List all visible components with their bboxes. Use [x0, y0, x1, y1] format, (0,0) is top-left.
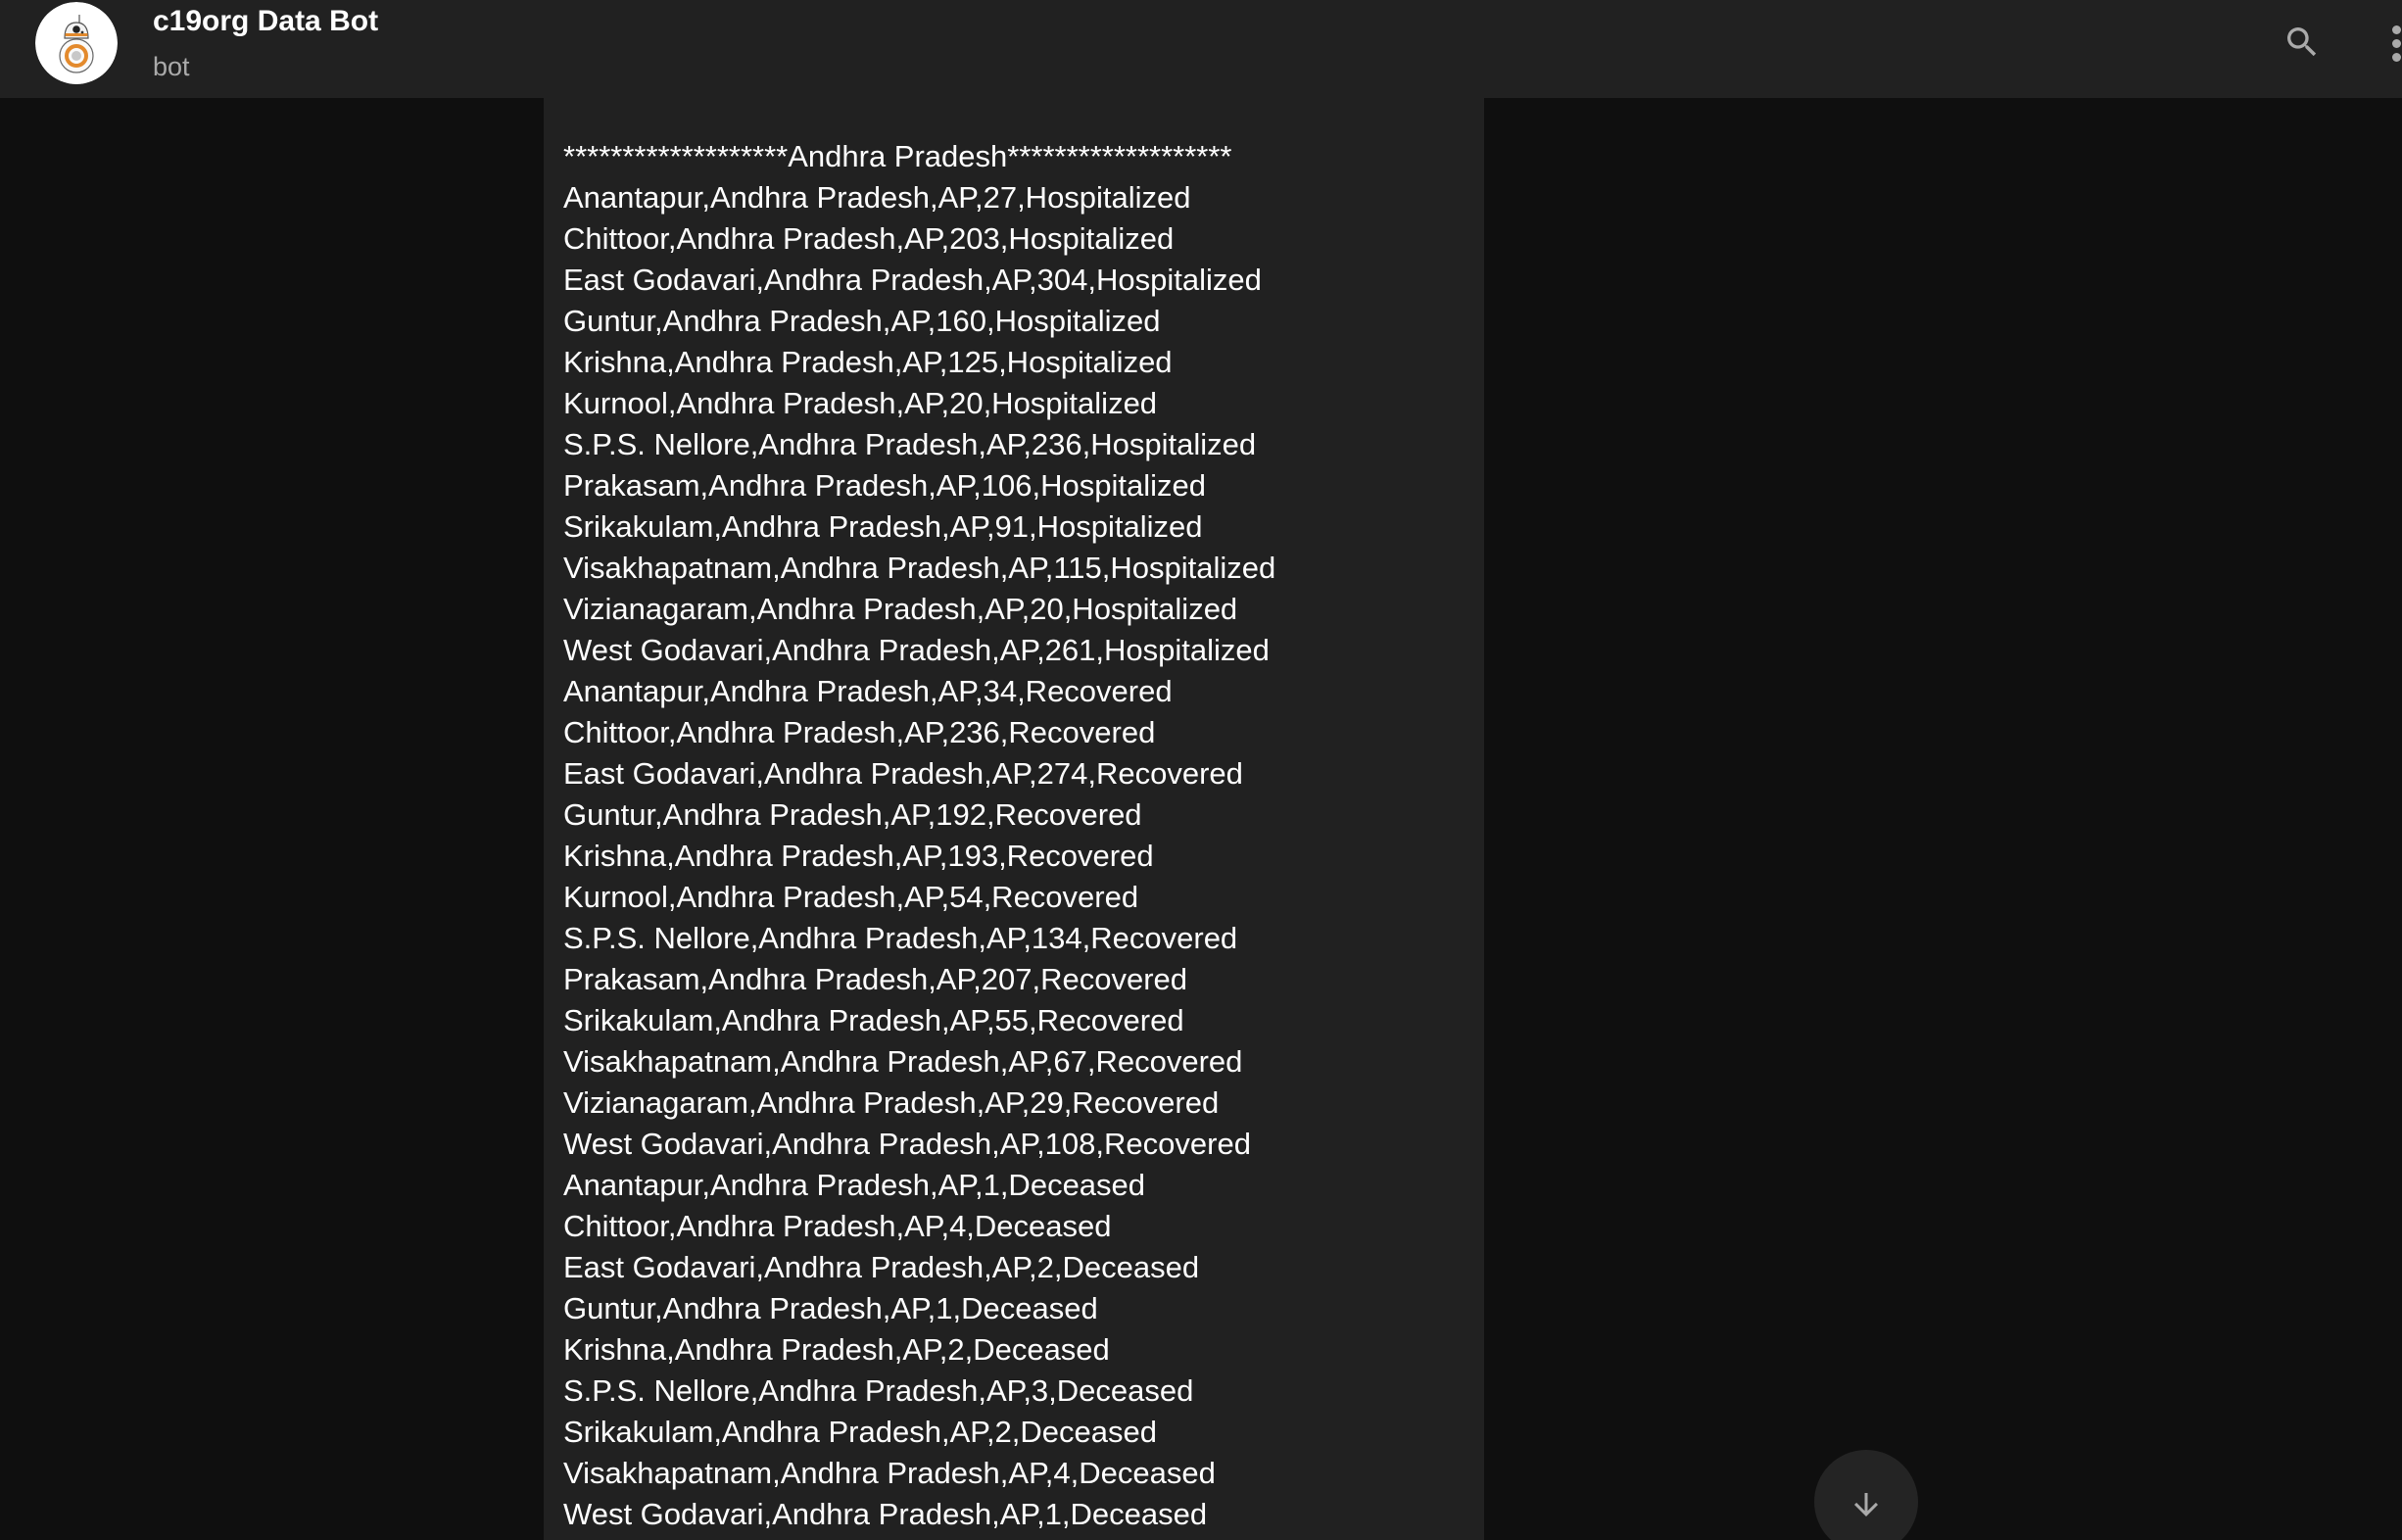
message-line: Visakhapatnam,Andhra Pradesh,AP,67,Recov… [563, 1044, 1243, 1079]
message-line: Krishna,Andhra Pradesh,AP,2,Deceased [563, 1332, 1110, 1367]
message-line: Guntur,Andhra Pradesh,AP,1,Deceased [563, 1291, 1098, 1325]
chat-info[interactable]: c19org Data Bot bot [0, 0, 686, 98]
message-line: Vizianagaram,Andhra Pradesh,AP,20,Hospit… [563, 592, 1238, 626]
message-line: Krishna,Andhra Pradesh,AP,193,Recovered [563, 839, 1154, 873]
arrow-down-icon [1849, 1487, 1884, 1522]
message-line: East Godavari,Andhra Pradesh,AP,274,Reco… [563, 756, 1243, 791]
message-line: Srikakulam,Andhra Pradesh,AP,91,Hospital… [563, 509, 1203, 544]
search-icon [2282, 23, 2322, 62]
message-header-line: *******************Andhra Pradesh*******… [563, 139, 1232, 173]
message-line: Krishna,Andhra Pradesh,AP,125,Hospitaliz… [563, 345, 1173, 379]
message-line: Prakasam,Andhra Pradesh,AP,207,Recovered [563, 962, 1188, 996]
chat-header: c19org Data Bot bot [0, 0, 2402, 98]
message-line: Vizianagaram,Andhra Pradesh,AP,29,Recove… [563, 1085, 1220, 1120]
message-line: East Godavari,Andhra Pradesh,AP,2,Deceas… [563, 1250, 1200, 1284]
message-line: Visakhapatnam,Andhra Pradesh,AP,115,Hosp… [563, 551, 1276, 585]
message-line: West Godavari,Andhra Pradesh,AP,1,Deceas… [563, 1497, 1208, 1531]
message-line: Kurnool,Andhra Pradesh,AP,54,Recovered [563, 880, 1139, 914]
message-line: S.P.S. Nellore,Andhra Pradesh,AP,134,Rec… [563, 921, 1238, 955]
message-line: Anantapur,Andhra Pradesh,AP,27,Hospitali… [563, 180, 1191, 215]
message-line: Kurnool,Andhra Pradesh,AP,20,Hospitalize… [563, 386, 1158, 420]
message-line: East Godavari,Andhra Pradesh,AP,304,Hosp… [563, 263, 1262, 297]
message-line: Srikakulam,Andhra Pradesh,AP,55,Recovere… [563, 1003, 1184, 1037]
message-line: Prakasam,Andhra Pradesh,AP,106,Hospitali… [563, 468, 1206, 503]
scroll-to-bottom-button[interactable] [1814, 1450, 1918, 1540]
chat-subtitle: bot [153, 52, 190, 81]
message-line: West Godavari,Andhra Pradesh,AP,261,Hosp… [563, 633, 1270, 667]
message-line: Chittoor,Andhra Pradesh,AP,203,Hospitali… [563, 221, 1175, 256]
message-line: Chittoor,Andhra Pradesh,AP,4,Deceased [563, 1209, 1112, 1243]
message-line: S.P.S. Nellore,Andhra Pradesh,AP,236,Hos… [563, 427, 1257, 461]
message-line: Anantapur,Andhra Pradesh,AP,34,Recovered [563, 674, 1173, 708]
message-line: Guntur,Andhra Pradesh,AP,160,Hospitalize… [563, 304, 1161, 338]
message-line: Visakhapatnam,Andhra Pradesh,AP,4,Deceas… [563, 1456, 1216, 1490]
chat-title: c19org Data Bot [153, 5, 379, 37]
message-line: S.P.S. Nellore,Andhra Pradesh,AP,3,Decea… [563, 1373, 1194, 1408]
bb8-droid-avatar-icon[interactable] [35, 2, 118, 84]
message-line: Anantapur,Andhra Pradesh,AP,1,Deceased [563, 1168, 1146, 1202]
message-line: West Godavari,Andhra Pradesh,AP,108,Reco… [563, 1127, 1251, 1161]
message-text: *******************Andhra Pradesh*******… [563, 136, 1465, 1535]
message-line: Guntur,Andhra Pradesh,AP,192,Recovered [563, 797, 1142, 832]
message-line: Srikakulam,Andhra Pradesh,AP,2,Deceased [563, 1415, 1157, 1449]
message-line: Chittoor,Andhra Pradesh,AP,236,Recovered [563, 715, 1156, 749]
search-button[interactable] [2282, 23, 2322, 62]
more-menu-button[interactable] [2384, 20, 2402, 67]
